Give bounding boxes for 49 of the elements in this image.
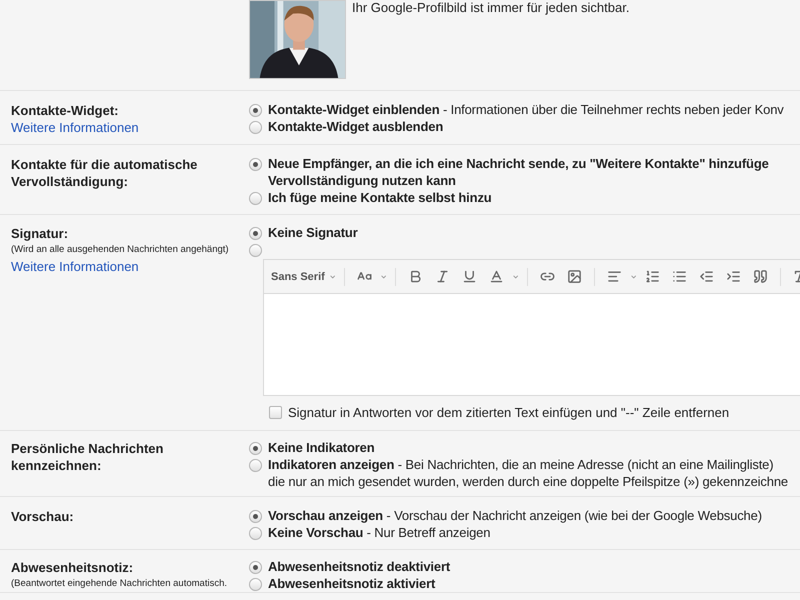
profile-caption: Ihr Google-Profilbild ist immer für jeden sichtbar. xyxy=(352,0,630,15)
setting-label: Abwesenheitsnotiz: xyxy=(11,559,134,576)
radio-button[interactable] xyxy=(249,227,262,240)
checkbox-label[interactable]: Signatur in Antworten vor dem zitierten Text einfügen und "--" Zeile entfernen xyxy=(288,405,730,420)
radio-button[interactable] xyxy=(249,527,262,540)
setting-note: (Beantwortet eingehende Nachrichten automatisch. xyxy=(11,577,228,591)
option-label[interactable]: Neue Empfänger, an die ich eine Nachricht sende, zu "Weitere Kontakte" hinzufüge Vervollständigung nutzen kann xyxy=(268,155,769,189)
option-label[interactable]: Abwesenheitsnotiz aktiviert xyxy=(268,575,436,592)
radio-button[interactable] xyxy=(249,510,262,523)
align-icon[interactable] xyxy=(606,269,622,284)
option-label[interactable]: Indikatoren anzeigen - Bei Nachrichten, die an meine Adresse (nicht an eine Mailingliste) die nur an mich gesendet wurden, werden durch eine doppelte Pfeilspitze (») gekennzeichne xyxy=(268,456,788,490)
image-icon[interactable] xyxy=(567,269,582,284)
option-label[interactable]: Kontakte-Widget ausblenden xyxy=(268,118,444,135)
radio-button[interactable] xyxy=(249,104,262,117)
bulleted-list-icon[interactable] xyxy=(672,269,688,284)
more-info-link[interactable]: Weitere Informationen xyxy=(11,119,249,136)
setting-label: Vorschau: xyxy=(11,508,75,525)
option-label[interactable]: Kontakte-Widget einblenden - Informationen über die Teilnehmer rechts neben jeder Konv xyxy=(268,101,784,118)
checkbox[interactable] xyxy=(269,406,282,419)
option-label[interactable]: Keine Vorschau - Nur Betreff anzeigen xyxy=(268,524,490,541)
italic-icon[interactable] xyxy=(435,269,450,284)
option-label[interactable]: Vorschau anzeigen - Vorschau der Nachricht anzeigen (wie bei der Google Websuche) xyxy=(268,507,762,524)
setting-label: Kontakte für die automatische Vervollständigung: xyxy=(11,156,198,190)
radio-button[interactable] xyxy=(249,244,262,257)
indent-less-icon[interactable] xyxy=(699,269,714,284)
radio-button[interactable] xyxy=(249,192,262,205)
option-label[interactable]: Abwesenheitsnotiz deaktiviert xyxy=(268,558,450,575)
more-info-link[interactable]: Weitere Informationen xyxy=(11,258,249,275)
option-label[interactable]: Ich füge meine Kontakte selbst hinzu xyxy=(268,189,492,206)
option-label[interactable]: Keine Signatur xyxy=(268,224,358,241)
setting-label: Persönliche Nachrichten kennzeichnen: xyxy=(11,440,164,474)
signature-editor[interactable]: Sans Serif xyxy=(263,259,800,396)
radio-button[interactable] xyxy=(249,561,262,574)
setting-label: Signatur: xyxy=(11,225,70,242)
radio-button[interactable] xyxy=(249,121,262,134)
radio-button[interactable] xyxy=(249,158,262,171)
numbered-list-icon[interactable] xyxy=(645,269,660,284)
quote-icon[interactable] xyxy=(753,269,768,284)
setting-note: (Wird an alle ausgehenden Nachrichten angehängt) xyxy=(11,243,230,257)
radio-button[interactable] xyxy=(249,459,262,472)
setting-label: Kontakte-Widget: xyxy=(11,102,120,119)
bold-icon[interactable] xyxy=(408,269,424,284)
text-color-icon[interactable] xyxy=(489,269,504,284)
radio-button[interactable] xyxy=(249,442,262,455)
option-label[interactable]: Keine Indikatoren xyxy=(268,439,375,456)
font-dropdown[interactable]: Sans Serif xyxy=(271,270,325,282)
radio-button[interactable] xyxy=(249,578,262,591)
underline-icon[interactable] xyxy=(462,269,478,284)
indent-more-icon[interactable] xyxy=(726,269,742,284)
